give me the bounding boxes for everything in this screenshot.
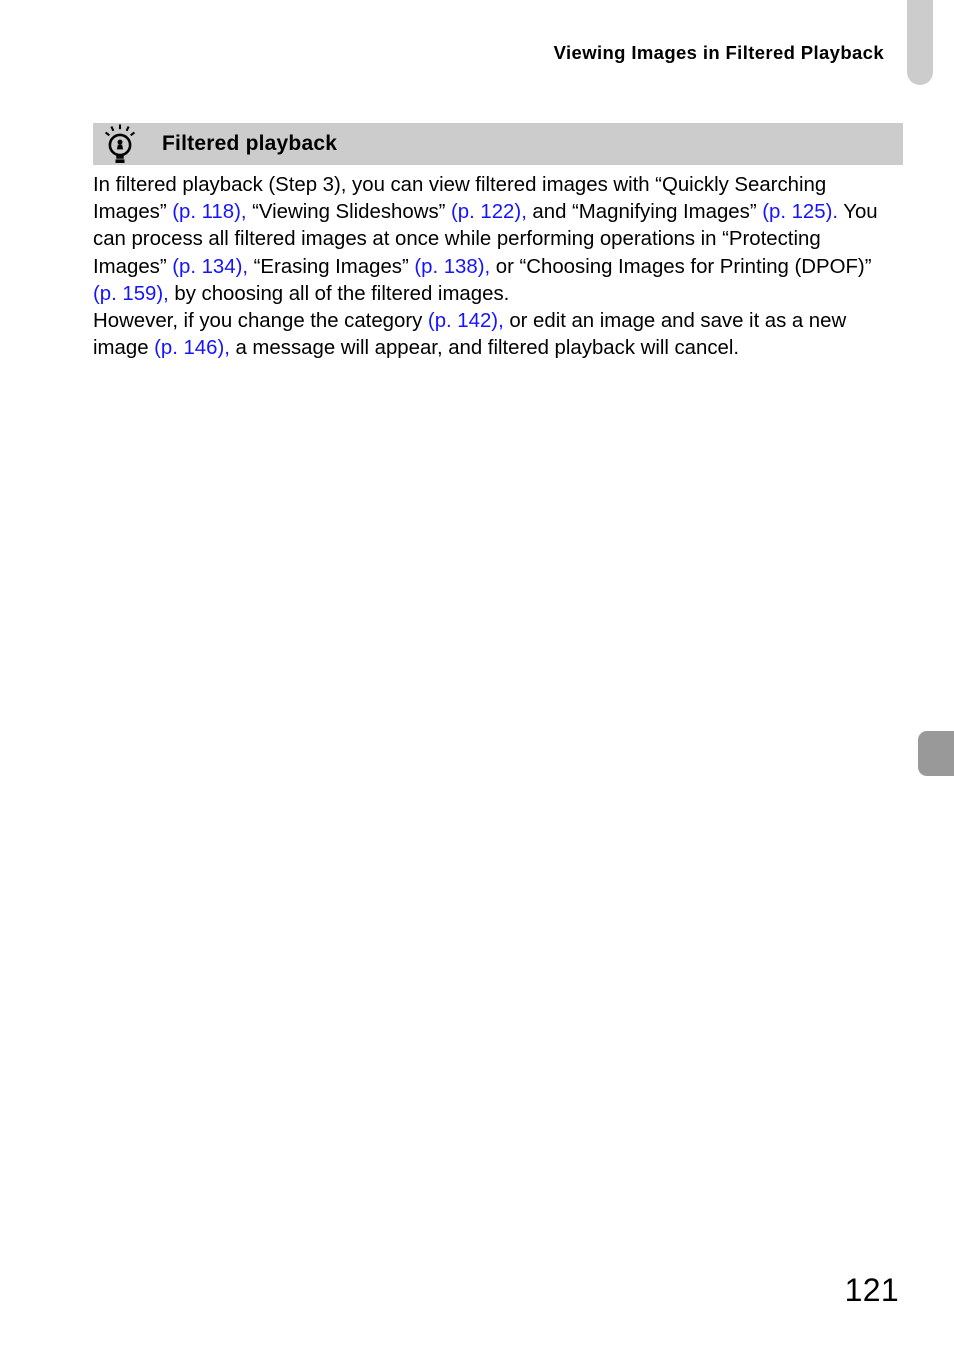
- page-reference-link[interactable]: (p. 134),: [172, 256, 248, 278]
- page-reference-link[interactable]: (p. 142),: [428, 310, 504, 332]
- tip-title: Filtered playback: [162, 132, 338, 155]
- body-text-run: or “Choosing Images for Printing (DPOF)”: [490, 255, 872, 278]
- page-reference-link[interactable]: (p. 122),: [451, 201, 527, 223]
- body-text-run: “Erasing Images”: [248, 255, 415, 278]
- body-text-run: by choosing all of the filtered images.: [168, 282, 510, 305]
- page-reference-link[interactable]: (p. 118),: [172, 201, 246, 223]
- page-reference-link[interactable]: (p. 159),: [93, 283, 169, 305]
- page-reference-link[interactable]: (p. 125).: [762, 201, 838, 223]
- tip-callout-box: Filtered playback In filtered playback (…: [93, 123, 903, 362]
- body-text-run: a message will appear, and filtered play…: [229, 337, 740, 360]
- lightbulb-tip-icon: [104, 124, 136, 163]
- chapter-tab-top: [907, 0, 933, 85]
- page-reference-link[interactable]: (p. 138),: [414, 256, 490, 278]
- body-text-run: However, if you change the category: [93, 310, 428, 333]
- chapter-tab-middle: [918, 731, 954, 776]
- body-text-run: “Viewing Slideshows”: [246, 201, 452, 224]
- page-number: 121: [844, 1272, 899, 1308]
- body-text-run: and “Magnifying Images”: [526, 201, 763, 224]
- tip-body-text: In filtered playback (Step 3), you can v…: [93, 172, 893, 362]
- tip-paragraph-1: In filtered playback (Step 3), you can v…: [93, 172, 893, 308]
- page-running-header: Viewing Images in Filtered Playback: [553, 42, 884, 63]
- page-reference-link[interactable]: (p. 146),: [154, 337, 230, 359]
- tip-paragraph-2: However, if you change the category (p. …: [93, 308, 893, 362]
- tip-header-bar: Filtered playback: [93, 123, 903, 165]
